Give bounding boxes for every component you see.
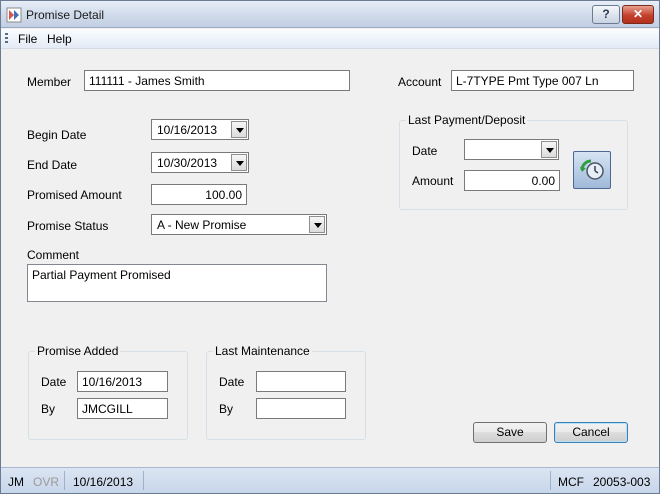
status-bar: JM OVR 10/16/2013 MCF 20053-003 <box>1 467 659 493</box>
begin-date-value: 10/16/2013 <box>157 123 218 137</box>
last-payment-title: Last Payment/Deposit <box>406 113 528 127</box>
account-field[interactable]: L-7TYPE Pmt Type 007 Ln <box>451 70 634 91</box>
status-ovr: OVR <box>33 475 60 489</box>
window-title: Promise Detail <box>26 8 105 22</box>
close-button[interactable]: ✕ <box>622 5 654 24</box>
help-button[interactable]: ? <box>592 5 620 24</box>
chevron-down-icon[interactable] <box>231 121 247 138</box>
last-maintenance-by-label: By <box>219 402 234 416</box>
last-payment-amount-field[interactable]: 0.00 <box>464 170 560 191</box>
member-label: Member <box>27 75 72 89</box>
chevron-down-icon[interactable] <box>309 216 325 233</box>
last-payment-date-label: Date <box>412 144 438 158</box>
status-system: MCF <box>558 475 584 489</box>
refresh-clock-icon <box>580 159 604 180</box>
status-separator <box>550 471 551 490</box>
end-date-label: End Date <box>27 158 78 172</box>
begin-date-picker[interactable]: 10/16/2013 <box>151 119 249 140</box>
status-date: 10/16/2013 <box>73 475 134 489</box>
last-payment-date-picker[interactable] <box>464 139 559 160</box>
chevron-down-icon[interactable] <box>231 154 247 171</box>
last-maintenance-group: Last Maintenance <box>206 344 366 440</box>
promise-detail-window: Promise Detail ? ✕ File Help Member 1111… <box>0 0 660 494</box>
menu-file[interactable]: File <box>18 32 37 46</box>
end-date-picker[interactable]: 10/30/2013 <box>151 152 249 173</box>
promised-amount-field[interactable]: 100.00 <box>151 184 247 205</box>
last-maintenance-date-field[interactable] <box>256 371 346 392</box>
promise-added-group: Promise Added <box>28 344 188 440</box>
status-separator <box>143 471 144 490</box>
promise-status-value: A - New Promise <box>157 218 247 232</box>
member-field[interactable]: 111111 - James Smith <box>84 70 350 91</box>
promise-added-date-field[interactable]: 10/16/2013 <box>77 371 168 392</box>
chevron-down-icon[interactable] <box>541 141 557 158</box>
promise-added-by-label: By <box>41 402 56 416</box>
status-separator <box>64 471 65 490</box>
promise-added-date-label: Date <box>41 375 67 389</box>
title-bar: Promise Detail ? ✕ <box>1 1 659 28</box>
status-user: JM <box>8 475 24 489</box>
menu-grip-icon <box>5 33 8 45</box>
app-icon <box>6 7 22 23</box>
menu-bar: File Help <box>1 29 659 49</box>
status-code: 20053-003 <box>593 475 651 489</box>
account-label: Account <box>398 75 442 89</box>
promise-status-label: Promise Status <box>27 219 109 233</box>
promised-amount-label: Promised Amount <box>27 188 122 202</box>
begin-date-label: Begin Date <box>27 128 87 142</box>
comment-field[interactable]: Partial Payment Promised <box>27 264 327 302</box>
cancel-button[interactable]: Cancel <box>554 422 628 443</box>
last-maintenance-by-field[interactable] <box>256 398 346 419</box>
last-payment-amount-label: Amount <box>412 174 454 188</box>
refresh-button[interactable] <box>573 151 611 189</box>
last-maintenance-date-label: Date <box>219 375 245 389</box>
promise-status-select[interactable]: A - New Promise <box>151 214 327 235</box>
comment-label: Comment <box>27 248 80 262</box>
promise-added-by-field[interactable]: JMCGILL <box>77 398 168 419</box>
save-button[interactable]: Save <box>473 422 547 443</box>
promise-added-title: Promise Added <box>35 344 121 358</box>
menu-help[interactable]: Help <box>47 32 72 46</box>
last-maintenance-title: Last Maintenance <box>213 344 312 358</box>
end-date-value: 10/30/2013 <box>157 156 218 170</box>
